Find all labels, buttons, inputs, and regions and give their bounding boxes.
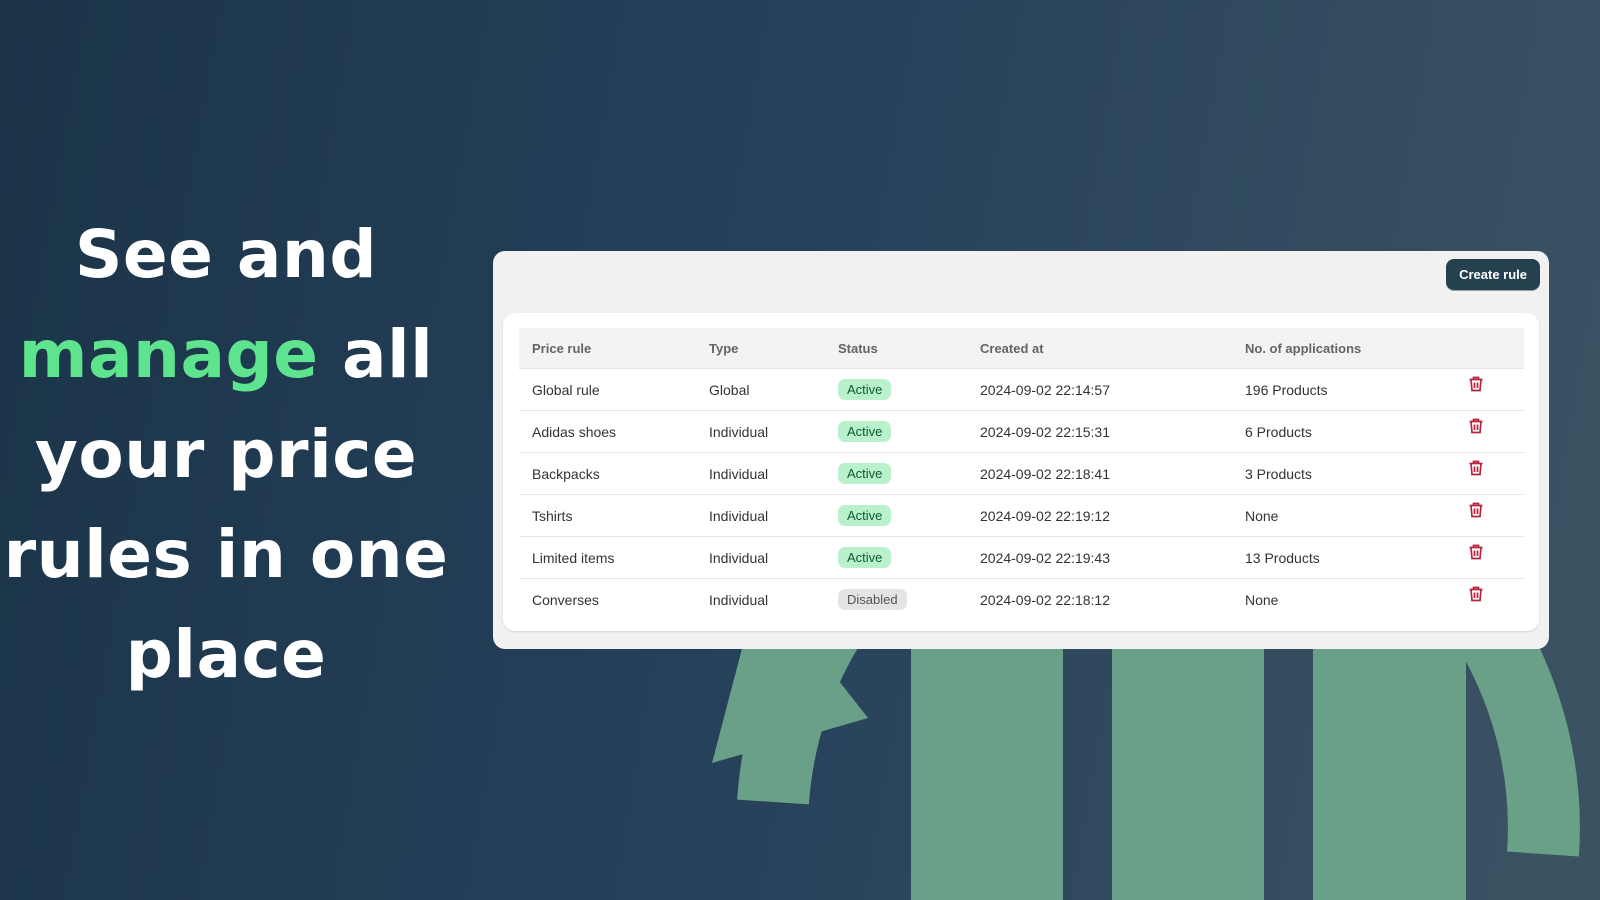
table-row[interactable]: Backpacks Individual Active 2024-09-02 2…: [519, 452, 1524, 495]
table-header-row: Price rule Type Status Created at No. of…: [519, 328, 1524, 369]
rule-type-cell: Global: [696, 368, 825, 411]
rule-name-cell: Limited items: [519, 536, 696, 579]
rule-name-cell: Adidas shoes: [519, 410, 696, 453]
created-at-cell: 2024-09-02 22:14:57: [967, 368, 1232, 411]
column-header-price-rule[interactable]: Price rule: [519, 328, 696, 369]
rule-status-cell: Active: [825, 494, 967, 537]
rule-type-cell: Individual: [696, 452, 825, 495]
delete-rule-button[interactable]: [1466, 374, 1486, 394]
status-badge: Active: [838, 421, 892, 442]
actions-cell: [1453, 410, 1524, 453]
column-header-actions: [1453, 328, 1524, 369]
status-badge: Disabled: [838, 589, 907, 610]
actions-cell: [1453, 579, 1524, 621]
status-badge: Active: [838, 505, 892, 526]
trash-icon: [1469, 460, 1483, 476]
rule-status-cell: Active: [825, 536, 967, 579]
actions-cell: [1453, 494, 1524, 537]
rule-status-cell: Active: [825, 410, 967, 453]
headline-line-4: rules in one: [3, 516, 449, 593]
actions-cell: [1453, 452, 1524, 495]
headline-accent-word: manage: [18, 316, 319, 393]
rule-status-cell: Active: [825, 452, 967, 495]
rule-type-cell: Individual: [696, 536, 825, 579]
column-header-created-at[interactable]: Created at: [967, 328, 1232, 369]
actions-cell: [1453, 536, 1524, 579]
headline-line-3: your price: [34, 416, 418, 493]
logo-bar-right: [1313, 648, 1466, 900]
table-row[interactable]: Adidas shoes Individual Active 2024-09-0…: [519, 410, 1524, 453]
trash-icon: [1469, 502, 1483, 518]
rule-status-cell: Active: [825, 368, 967, 411]
rule-type-cell: Individual: [696, 410, 825, 453]
applications-cell: 3 Products: [1232, 452, 1453, 495]
table-row[interactable]: Tshirts Individual Active 2024-09-02 22:…: [519, 494, 1524, 537]
applications-cell: 196 Products: [1232, 368, 1453, 411]
price-rules-card: Price rule Type Status Created at No. of…: [503, 313, 1539, 631]
table-row[interactable]: Global rule Global Active 2024-09-02 22:…: [519, 368, 1524, 411]
delete-rule-button[interactable]: [1466, 542, 1486, 562]
created-at-cell: 2024-09-02 22:19:43: [967, 536, 1232, 579]
actions-cell: [1453, 368, 1524, 411]
created-at-cell: 2024-09-02 22:15:31: [967, 410, 1232, 453]
logo-bar-middle: [1112, 648, 1264, 900]
trash-icon: [1469, 418, 1483, 434]
trash-icon: [1469, 586, 1483, 602]
created-at-cell: 2024-09-02 22:19:12: [967, 494, 1232, 537]
delete-rule-button[interactable]: [1466, 584, 1486, 604]
applications-cell: 13 Products: [1232, 536, 1453, 579]
rule-type-cell: Individual: [696, 494, 825, 537]
rule-name-cell: Backpacks: [519, 452, 696, 495]
created-at-cell: 2024-09-02 22:18:12: [980, 591, 1110, 608]
column-header-type[interactable]: Type: [696, 328, 825, 369]
rule-name-cell: Global rule: [519, 368, 696, 411]
headline-line-2-rest: all: [318, 316, 434, 393]
delete-rule-button[interactable]: [1466, 458, 1486, 478]
status-badge: Active: [838, 463, 892, 484]
price-rules-table: Price rule Type Status Created at No. of…: [519, 328, 1524, 620]
status-badge: Active: [838, 379, 892, 400]
headline-line-5: place: [125, 616, 327, 693]
rule-type-cell: Individual: [709, 591, 769, 608]
column-header-status[interactable]: Status: [825, 328, 967, 369]
price-rules-panel: Create rule Price rule Type Status Creat…: [493, 251, 1549, 649]
status-badge: Active: [838, 547, 892, 568]
applications-cell: 6 Products: [1232, 410, 1453, 453]
headline: See and manage all your price rules in o…: [0, 205, 452, 705]
delete-rule-button[interactable]: [1466, 416, 1486, 436]
rule-status-cell: Disabled: [825, 579, 967, 621]
headline-line-2: manage all: [0, 305, 452, 405]
table-row[interactable]: Limited items Individual Active 2024-09-…: [519, 536, 1524, 579]
applications-cell: None: [1245, 591, 1279, 608]
created-at-cell: 2024-09-02 22:18:41: [967, 452, 1232, 495]
applications-cell: None: [1232, 494, 1453, 537]
logo-bar-left: [911, 648, 1063, 900]
delete-rule-button[interactable]: [1466, 500, 1486, 520]
column-header-applications[interactable]: No. of applications: [1232, 328, 1453, 369]
headline-line-1: See and: [74, 216, 378, 293]
rule-name-cell: Converses: [532, 591, 599, 608]
rule-name-cell: Tshirts: [519, 494, 696, 537]
create-rule-button[interactable]: Create rule: [1446, 259, 1540, 290]
trash-icon: [1469, 544, 1483, 560]
trash-icon: [1469, 376, 1483, 392]
table-row[interactable]: Converses Individual Disabled 2024-09-02…: [519, 579, 1524, 621]
